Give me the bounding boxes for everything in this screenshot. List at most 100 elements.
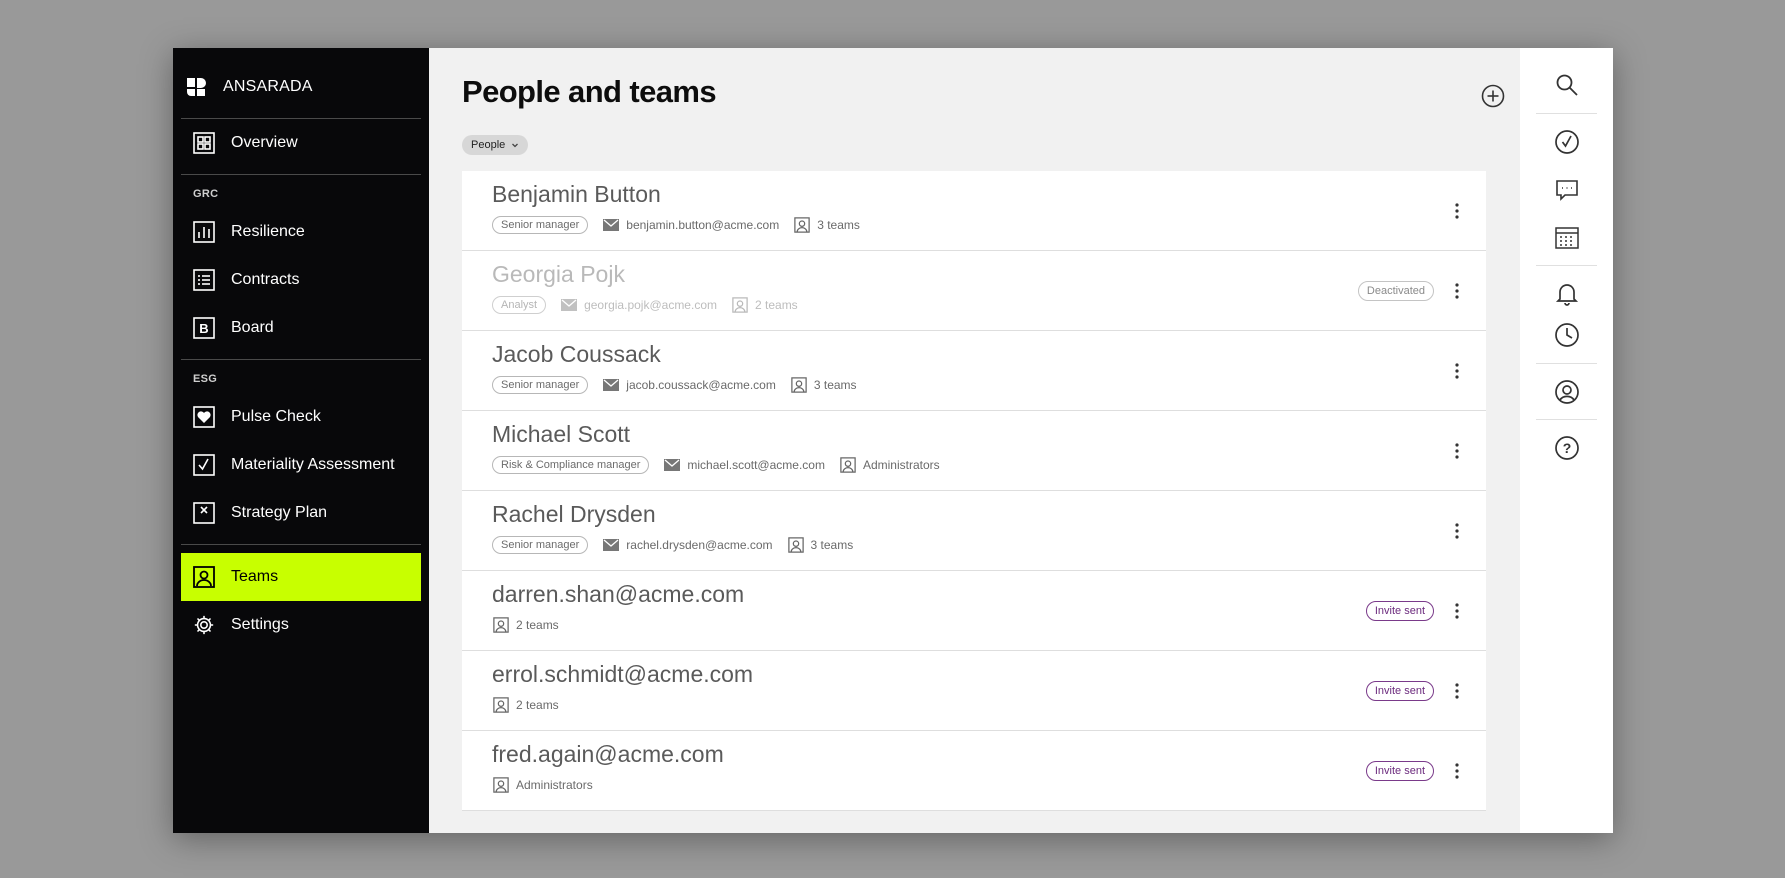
person-teams: 3 teams	[817, 217, 860, 232]
person-name: darren.shan@acme.com	[492, 581, 745, 607]
person-email: michael.scott@acme.com	[687, 457, 825, 472]
chevron-down-icon	[512, 143, 519, 148]
list-item[interactable]: Jacob Coussack Senior manager jacob.cous…	[462, 331, 1486, 411]
team-icon	[794, 216, 810, 233]
sidebar: ANSARADA Overview GRC Resilience Contrac…	[173, 48, 429, 833]
list-item[interactable]: fred.again@acme.com Administrators Invit…	[462, 731, 1486, 811]
section-title-esg: ESG	[193, 373, 218, 385]
main-content: People and teams People Benjamin Button …	[429, 48, 1520, 833]
calendar-button[interactable]	[1536, 210, 1597, 266]
tasks-button[interactable]	[1536, 114, 1597, 170]
status-badge: Invite sent	[1365, 681, 1434, 701]
role-badge: Senior manager	[492, 535, 589, 554]
history-button[interactable]	[1536, 322, 1597, 364]
more-options-icon[interactable]	[1454, 761, 1460, 781]
list-item[interactable]: Benjamin Button Senior manager benjamin.…	[462, 171, 1486, 251]
gear-icon	[194, 615, 214, 635]
sidebar-item-label: Board	[231, 319, 274, 336]
person-meta: 2 teams	[492, 615, 1486, 635]
team-icon	[493, 616, 509, 633]
status-badge: Invite sent	[1365, 761, 1434, 781]
sidebar-item-resilience[interactable]: Resilience	[181, 208, 421, 256]
svg-text:B: B	[199, 321, 208, 336]
role-badge: Senior manager	[492, 215, 589, 234]
sidebar-item-teams[interactable]: Teams	[181, 553, 421, 601]
list-item[interactable]: Rachel Drysden Senior manager rachel.dry…	[462, 491, 1486, 571]
mail-icon	[561, 298, 578, 311]
comments-button[interactable]	[1536, 170, 1597, 210]
sidebar-item-pulse-check[interactable]: Pulse Check	[181, 393, 421, 441]
person-name: fred.again@acme.com	[492, 741, 724, 767]
sidebar-item-settings[interactable]: Settings	[181, 601, 421, 649]
people-filter-dropdown[interactable]: People	[462, 135, 529, 155]
person-teams: 2 teams	[516, 617, 559, 632]
check-box-icon	[193, 454, 215, 476]
role-badge: Analyst	[492, 295, 547, 314]
status-badge: Invite sent	[1365, 601, 1434, 621]
person-teams: Administrators	[862, 457, 940, 472]
more-options-icon[interactable]	[1454, 361, 1460, 381]
person-name: Jacob Coussack	[492, 341, 661, 367]
search-button[interactable]	[1536, 48, 1597, 114]
divider	[181, 352, 421, 360]
more-options-icon[interactable]	[1454, 201, 1460, 221]
heart-icon	[193, 406, 215, 428]
status-badge: Deactivated	[1357, 281, 1434, 301]
person-meta: Administrators	[492, 775, 1486, 795]
right-toolbar: ?	[1520, 48, 1613, 833]
person-teams: 3 teams	[813, 377, 857, 392]
comment-icon	[1555, 180, 1578, 201]
sidebar-item-materiality-assessment[interactable]: Materiality Assessment	[181, 441, 421, 489]
profile-button[interactable]	[1536, 364, 1597, 420]
person-meta: Senior manager benjamin.button@acme.com …	[492, 215, 1486, 235]
sidebar-item-label: Overview	[231, 134, 298, 151]
team-icon	[787, 536, 804, 553]
list-item[interactable]: Georgia Pojk Analyst georgia.pojk@acme.c…	[462, 251, 1486, 331]
sidebar-item-label: Materiality Assessment	[231, 456, 395, 473]
ansarada-logo-icon	[187, 78, 206, 96]
grid-icon	[193, 132, 215, 154]
team-icon	[493, 776, 509, 793]
more-options-icon[interactable]	[1454, 441, 1460, 461]
check-circle-icon	[1554, 130, 1579, 154]
x-box-icon	[193, 502, 215, 524]
sidebar-item-board[interactable]: B Board	[181, 304, 421, 352]
list-item[interactable]: errol.schmidt@acme.com 2 teams Invite se…	[462, 651, 1486, 731]
more-options-icon[interactable]	[1454, 681, 1460, 701]
more-options-icon[interactable]	[1454, 521, 1460, 541]
mail-icon	[603, 538, 620, 551]
team-icon	[840, 456, 856, 473]
mail-icon	[603, 218, 620, 231]
brand-name: ANSARADA	[223, 78, 313, 95]
app-window: ANSARADA Overview GRC Resilience Contrac…	[173, 48, 1613, 833]
filter-label: People	[471, 139, 506, 151]
help-button[interactable]: ?	[1536, 420, 1597, 476]
person-name: Rachel Drysden	[492, 501, 656, 527]
sidebar-item-strategy-plan[interactable]: Strategy Plan	[181, 489, 421, 537]
person-meta: Analyst georgia.pojk@acme.com 2 teams	[492, 295, 1486, 315]
sidebar-item-contracts[interactable]: Contracts	[181, 256, 421, 304]
person-meta: 2 teams	[492, 695, 1486, 715]
help-icon: ?	[1554, 436, 1579, 460]
team-icon	[732, 296, 748, 313]
list-item[interactable]: Michael Scott Risk & Compliance manager …	[462, 411, 1486, 491]
person-email: jacob.coussack@acme.com	[626, 377, 776, 392]
list-item[interactable]: darren.shan@acme.com 2 teams Invite sent	[462, 571, 1486, 651]
mail-icon	[603, 378, 620, 391]
notifications-button[interactable]	[1536, 266, 1597, 322]
add-icon[interactable]	[1480, 83, 1506, 109]
more-options-icon[interactable]	[1454, 281, 1460, 301]
brand[interactable]: ANSARADA	[181, 56, 421, 119]
team-icon	[493, 696, 509, 713]
person-email: benjamin.button@acme.com	[626, 217, 780, 232]
person-email: rachel.drysden@acme.com	[626, 537, 773, 552]
divider	[181, 167, 421, 175]
person-meta: Senior manager jacob.coussack@acme.com 3…	[492, 375, 1486, 395]
role-badge: Senior manager	[492, 375, 589, 394]
person-email: georgia.pojk@acme.com	[584, 297, 717, 312]
svg-text:?: ?	[1562, 440, 1571, 456]
sidebar-item-overview[interactable]: Overview	[181, 119, 421, 167]
sidebar-item-label: Teams	[231, 568, 279, 585]
more-options-icon[interactable]	[1454, 601, 1460, 621]
